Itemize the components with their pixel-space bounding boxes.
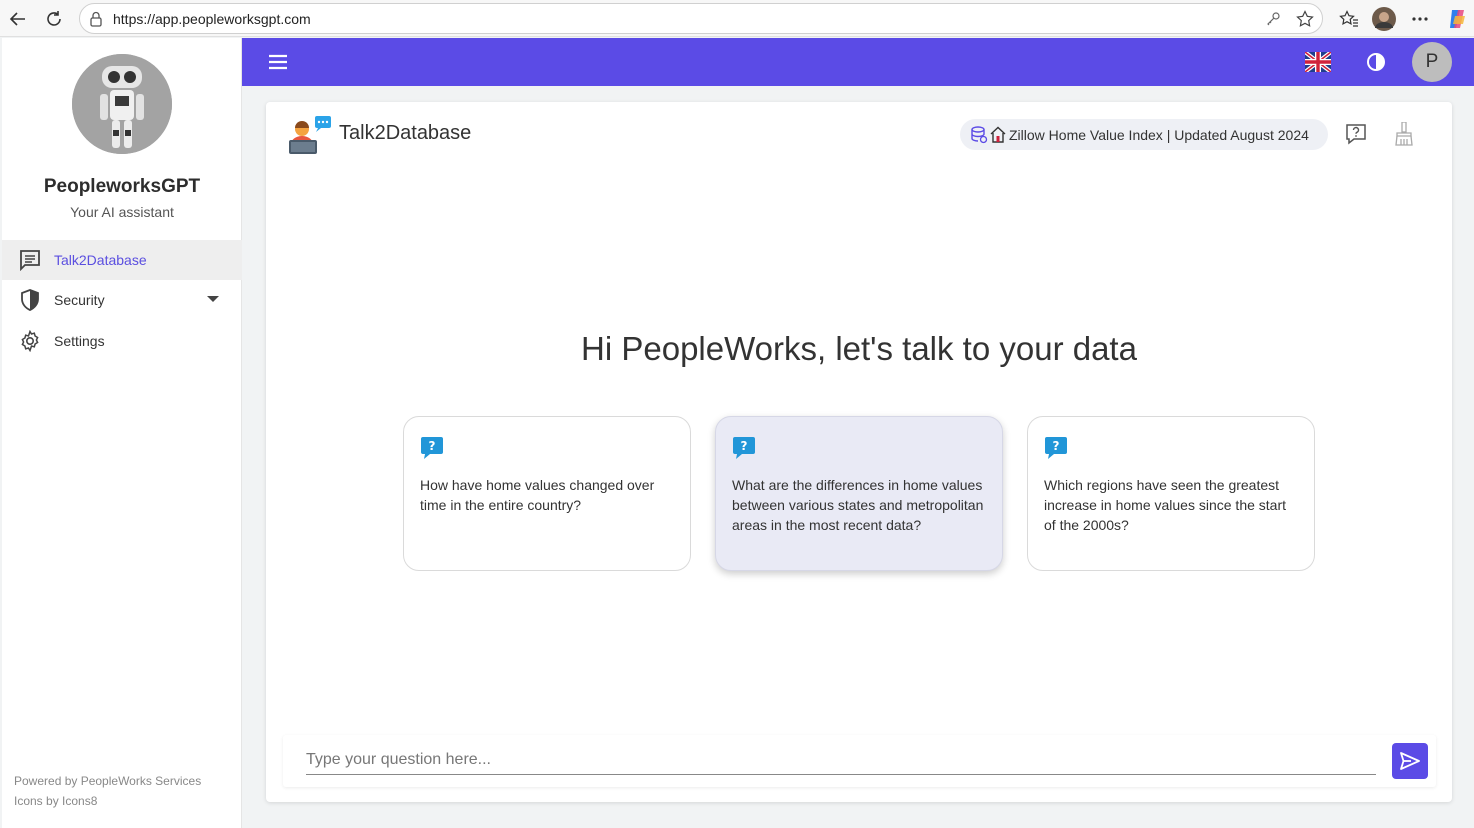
sidebar-item-talk2database[interactable]: Talk2Database [2, 240, 242, 280]
database-icon [970, 126, 988, 144]
talk-to-database-logo-icon [289, 116, 331, 154]
lock-icon[interactable] [89, 11, 103, 32]
robot-avatar [72, 54, 172, 154]
footer-powered-by: Powered by PeopleWorks Services [14, 774, 202, 788]
contrast-toggle-icon[interactable] [1366, 52, 1386, 72]
user-avatar[interactable]: P [1412, 42, 1452, 82]
question-bubble-icon: ? [421, 437, 443, 459]
profile-avatar-icon[interactable] [1371, 6, 1397, 32]
greeting-heading: Hi PeopleWorks, let's talk to your data [581, 330, 1137, 367]
brand-name: PeopleworksGPT [43, 176, 201, 197]
sidebar: PeopleworksGPT Your AI assistant Talk2Da… [2, 38, 242, 828]
svg-text:?: ? [1053, 439, 1060, 453]
page-title: Talk2Database [339, 122, 472, 144]
suggestion-text: Which regions have seen the greatest inc… [1044, 477, 1287, 533]
chat-message-icon [19, 249, 41, 272]
sidebar-item-label: Talk2Database [54, 252, 147, 268]
home-icon [990, 126, 1006, 143]
question-bubble-icon: ? [1045, 437, 1067, 459]
main-content-card: Talk2Database Zillow Home Value Index | … [266, 102, 1452, 802]
dataset-label: Zillow Home Value Index | Updated August… [1009, 127, 1309, 143]
suggestion-card[interactable]: ? Which regions have seen the greatest i… [1027, 416, 1315, 571]
gear-icon [19, 329, 41, 353]
suggestion-text: What are the differences in home values … [732, 477, 984, 533]
hamburger-menu-icon[interactable] [267, 52, 289, 72]
sidebar-item-label: Settings [54, 333, 105, 349]
svg-text:?: ? [429, 439, 436, 453]
dataset-selector-chip[interactable]: Zillow Home Value Index | Updated August… [960, 119, 1328, 150]
question-input[interactable] [306, 745, 1376, 775]
more-options-icon[interactable] [1407, 6, 1433, 32]
refresh-icon[interactable] [41, 6, 67, 32]
favorites-icon[interactable] [1336, 6, 1362, 32]
question-input-area [283, 735, 1436, 787]
sidebar-item-label: Security [54, 292, 105, 308]
send-icon [1400, 752, 1420, 770]
send-button[interactable] [1392, 743, 1428, 779]
app-top-bar: P [242, 38, 1474, 86]
broom-clear-icon[interactable] [1394, 121, 1414, 146]
chevron-down-icon[interactable] [207, 296, 219, 302]
shield-icon [19, 289, 41, 311]
address-bar[interactable]: https://app.peopleworksgpt.com [79, 3, 1323, 34]
svg-text:?: ? [741, 439, 748, 453]
suggestion-card[interactable]: ? What are the differences in home value… [715, 416, 1003, 571]
question-bubble-icon: ? [733, 437, 755, 459]
favorite-star-icon[interactable] [1295, 9, 1315, 29]
suggestion-card[interactable]: ? How have home values changed over time… [403, 416, 691, 571]
sidebar-item-settings[interactable]: Settings [2, 321, 242, 361]
sidebar-item-security[interactable]: Security [2, 280, 242, 320]
footer-icons-credit: Icons by Icons8 [14, 794, 98, 808]
back-arrow-icon[interactable] [5, 6, 31, 32]
url-text[interactable]: https://app.peopleworksgpt.com [113, 11, 311, 27]
question-help-icon[interactable] [1345, 123, 1367, 145]
suggestion-text: How have home values changed over time i… [420, 477, 655, 513]
key-icon[interactable] [1263, 9, 1283, 29]
uk-flag-icon[interactable] [1303, 50, 1333, 74]
brand-tagline: Your AI assistant [70, 204, 174, 220]
browser-toolbar: https://app.peopleworksgpt.com [0, 0, 1474, 37]
copilot-icon[interactable] [1444, 6, 1470, 32]
